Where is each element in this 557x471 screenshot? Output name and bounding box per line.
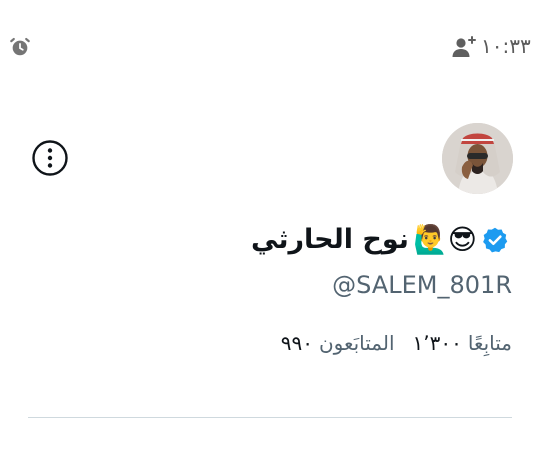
divider	[28, 417, 512, 418]
name-row: نوح الحارثي 😎🙋‍♂️	[251, 219, 513, 261]
status-bar: ١٠:٣٣	[0, 0, 557, 90]
alarm-clock-icon	[10, 37, 30, 56]
follow-stats: ٩٩٠ المتابَعون ١٬٣٠٠ متابِعًا	[281, 328, 512, 358]
more-options-button[interactable]	[31, 139, 69, 177]
followers-count: ١٬٣٠٠	[412, 331, 462, 355]
name-emojis: 😎🙋‍♂️	[412, 223, 477, 256]
verified-badge-icon[interactable]	[481, 226, 509, 254]
following-label: المتابَعون	[318, 331, 395, 355]
following-count: ٩٩٠	[280, 331, 313, 355]
followers-label: متابِعًا	[467, 331, 512, 355]
avatar[interactable]	[442, 123, 513, 194]
more-vertical-icon	[32, 140, 68, 176]
following-link[interactable]: ٩٩٠ المتابَعون	[281, 328, 395, 358]
add-user-icon	[452, 36, 476, 57]
avatar-photo	[442, 123, 513, 194]
followers-link[interactable]: ١٬٣٠٠ متابِعًا	[413, 328, 512, 358]
clock-time: ١٠:٣٣	[481, 34, 531, 58]
username-handle: @SALEM_801R	[332, 271, 512, 299]
display-name: نوح الحارثي	[251, 224, 409, 255]
